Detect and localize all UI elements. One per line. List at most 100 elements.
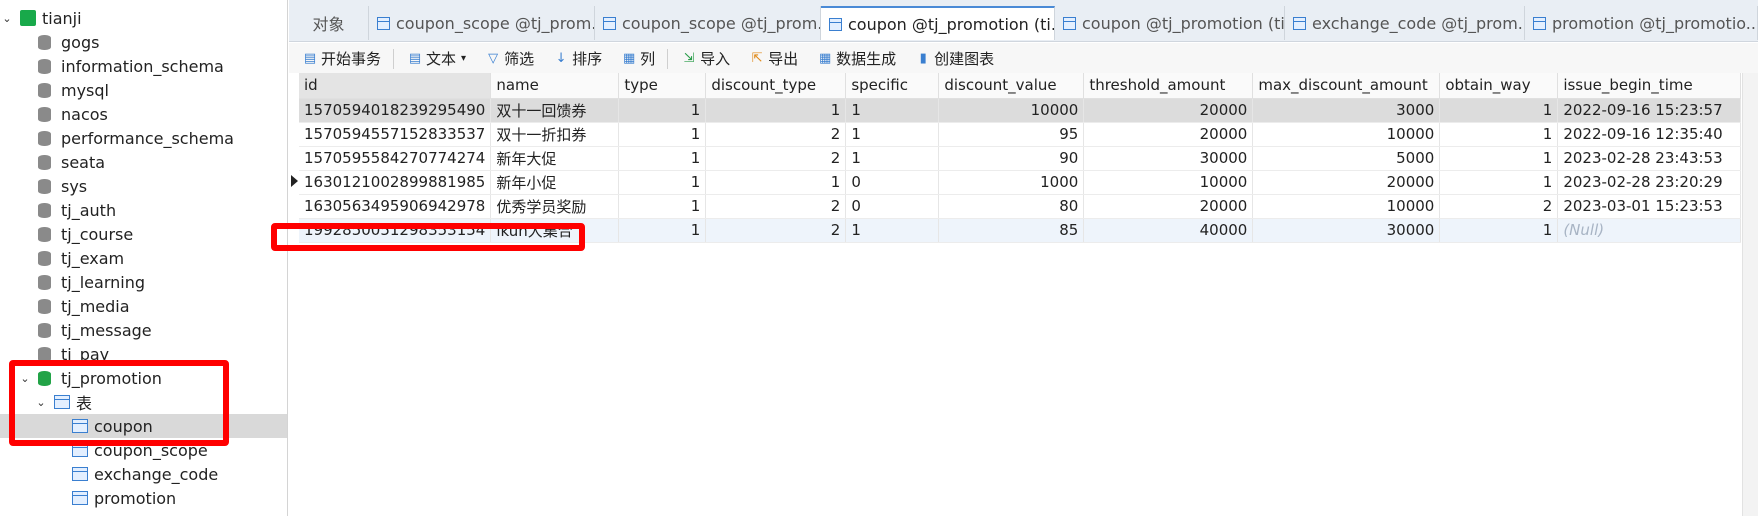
- tree-database-tj-exam[interactable]: tj_exam: [0, 246, 287, 270]
- tree-database-tj-learning[interactable]: tj_learning: [0, 270, 287, 294]
- cell-issue-begin-time[interactable]: 2023-03-01 15:23:53: [1557, 194, 1742, 219]
- tree-database-tj-course[interactable]: tj_course: [0, 222, 287, 246]
- tree-table-promotion[interactable]: promotion: [0, 486, 287, 510]
- cell-threshold-amount[interactable]: 40000: [1083, 218, 1254, 243]
- tab-exchange-code[interactable]: exchange_code @tj_prom...: [1285, 6, 1525, 40]
- import-button[interactable]: ⇲ 导入: [676, 46, 736, 72]
- cell-specific[interactable]: 1: [845, 146, 940, 171]
- column-header-issue-begin-time[interactable]: issue_begin_time: [1557, 73, 1742, 99]
- cell-threshold-amount[interactable]: 10000: [1083, 170, 1254, 195]
- cell-type[interactable]: 1: [618, 170, 707, 195]
- tree-database-mysql[interactable]: mysql: [0, 78, 287, 102]
- tab-coupon-scope-1[interactable]: coupon_scope @tj_prom...: [369, 6, 595, 40]
- cell-discount-value[interactable]: 80: [938, 194, 1085, 219]
- create-chart-button[interactable]: ▮ 创建图表: [910, 46, 1000, 72]
- cell-obtain-way[interactable]: 1: [1439, 122, 1559, 147]
- columns-button[interactable]: ▦ 列: [616, 46, 661, 72]
- cell-obtain-way[interactable]: 2: [1439, 194, 1559, 219]
- cell-discount-value[interactable]: 1000: [938, 170, 1085, 195]
- export-button[interactable]: ⇱ 导出: [744, 46, 804, 72]
- cell-discount-type[interactable]: 1: [705, 170, 847, 195]
- cell-discount-type[interactable]: 2: [705, 146, 847, 171]
- cell-discount-type[interactable]: 2: [705, 194, 847, 219]
- cell-threshold-amount[interactable]: 20000: [1083, 122, 1254, 147]
- cell-specific[interactable]: 1: [845, 218, 940, 243]
- table-row[interactable]: 1630121002899881985 新年小促 1 1 0 1000 10000 20000…: [299, 170, 1742, 195]
- text-view-button[interactable]: ▤ 文本 ▾: [402, 46, 472, 72]
- tree-database-seata[interactable]: seata: [0, 150, 287, 174]
- column-header-obtain-way[interactable]: obtain_way: [1439, 73, 1559, 99]
- cell-specific[interactable]: 0: [845, 194, 940, 219]
- cell-obtain-way[interactable]: 1: [1439, 218, 1559, 243]
- tree-database-tj-media[interactable]: tj_media: [0, 294, 287, 318]
- cell-type[interactable]: 1: [618, 194, 707, 219]
- cell-max-discount-amount[interactable]: 30000: [1252, 218, 1441, 243]
- cell-id[interactable]: 1630563495906942978: [299, 194, 492, 219]
- cell-threshold-amount[interactable]: 30000: [1083, 146, 1254, 171]
- cell-discount-value[interactable]: 10000: [938, 98, 1085, 123]
- column-header-id[interactable]: id: [299, 73, 492, 99]
- cell-id[interactable]: 1630121002899881985: [299, 170, 492, 195]
- vertical-scrollbar[interactable]: [1742, 73, 1758, 516]
- begin-transaction-button[interactable]: ▤ 开始事务: [297, 46, 387, 72]
- tree-database-nacos[interactable]: nacos: [0, 102, 287, 126]
- cell-max-discount-amount[interactable]: 10000: [1252, 122, 1441, 147]
- tree-database-tj-message[interactable]: tj_message: [0, 318, 287, 342]
- cell-threshold-amount[interactable]: 20000: [1083, 98, 1254, 123]
- sort-button[interactable]: ↓ 排序: [548, 46, 608, 72]
- tree-database-tj-auth[interactable]: tj_auth: [0, 198, 287, 222]
- cell-type[interactable]: 1: [618, 146, 707, 171]
- tab-coupon-active[interactable]: coupon @tj_promotion (ti...: [821, 6, 1055, 40]
- cell-issue-begin-time[interactable]: 2023-02-28 23:43:53: [1557, 146, 1742, 171]
- column-header-specific[interactable]: specific: [845, 73, 940, 99]
- cell-type[interactable]: 1: [618, 122, 707, 147]
- cell-issue-begin-time[interactable]: 2022-09-16 15:23:57: [1557, 98, 1742, 123]
- tree-database-gogs[interactable]: gogs: [0, 30, 287, 54]
- cell-type[interactable]: 1: [618, 218, 707, 243]
- tab-coupon-scope-2[interactable]: coupon_scope @tj_prom...: [595, 6, 821, 40]
- cell-obtain-way[interactable]: 1: [1439, 98, 1559, 123]
- cell-name[interactable]: 优秀学员奖励: [490, 194, 620, 219]
- cell-specific[interactable]: 0: [845, 170, 940, 195]
- table-row[interactable]: 1570594557152833537 双十一折扣券 1 2 1 95 20000 10000…: [299, 122, 1742, 147]
- dropdown-icon[interactable]: ▾: [461, 53, 466, 64]
- tab-objects[interactable]: 对象: [289, 6, 369, 40]
- cell-threshold-amount[interactable]: 20000: [1083, 194, 1254, 219]
- tab-coupon-2[interactable]: coupon @tj_promotion (ti...: [1055, 6, 1285, 40]
- column-header-threshold-amount[interactable]: threshold_amount: [1083, 73, 1254, 99]
- cell-discount-type[interactable]: 2: [705, 218, 847, 243]
- table-row[interactable]: 1630563495906942978 优秀学员奖励 1 2 0 80 20000 10000…: [299, 194, 1742, 219]
- tree-database-information-schema[interactable]: information_schema: [0, 54, 287, 78]
- column-header-type[interactable]: type: [618, 73, 707, 99]
- cell-discount-value[interactable]: 90: [938, 146, 1085, 171]
- tree-table-exchange-code[interactable]: exchange_code: [0, 462, 287, 486]
- column-header-name[interactable]: name: [490, 73, 620, 99]
- tree-database-performance-schema[interactable]: performance_schema: [0, 126, 287, 150]
- tree-database-sys[interactable]: sys: [0, 174, 287, 198]
- cell-name[interactable]: 新年大促: [490, 146, 620, 171]
- table-row[interactable]: 1570594018239295490 双十一回馈券 1 1 1 10000 20000 30…: [299, 98, 1742, 123]
- cell-discount-value[interactable]: 85: [938, 218, 1085, 243]
- cell-discount-value[interactable]: 95: [938, 122, 1085, 147]
- cell-max-discount-amount[interactable]: 20000: [1252, 170, 1441, 195]
- cell-specific[interactable]: 1: [845, 122, 940, 147]
- cell-name[interactable]: 双十一回馈券: [490, 98, 620, 123]
- cell-obtain-way[interactable]: 1: [1439, 146, 1559, 171]
- cell-type[interactable]: 1: [618, 98, 707, 123]
- cell-max-discount-amount[interactable]: 5000: [1252, 146, 1441, 171]
- tree-connection-tianji[interactable]: ⌄ tianji: [0, 6, 287, 30]
- data-generation-button[interactable]: ▦ 数据生成: [812, 46, 902, 72]
- cell-discount-type[interactable]: 2: [705, 122, 847, 147]
- filter-button[interactable]: ▽ 筛选: [480, 46, 540, 72]
- column-header-discount-type[interactable]: discount_type: [705, 73, 847, 99]
- cell-discount-type[interactable]: 1: [705, 98, 847, 123]
- cell-max-discount-amount[interactable]: 3000: [1252, 98, 1441, 123]
- cell-id[interactable]: 1570594018239295490: [299, 98, 492, 123]
- cell-obtain-way[interactable]: 1: [1439, 170, 1559, 195]
- column-header-max-discount-amount[interactable]: max_discount_amount: [1252, 73, 1441, 99]
- column-header-discount-value[interactable]: discount_value: [938, 73, 1085, 99]
- cell-id[interactable]: 1570594557152833537: [299, 122, 492, 147]
- cell-issue-begin-time[interactable]: 2022-09-16 12:35:40: [1557, 122, 1742, 147]
- tab-promotion[interactable]: promotion @tj_promotio...: [1525, 6, 1758, 40]
- table-row[interactable]: 1570595584270774274 新年大促 1 2 1 90 30000 5000 1 20…: [299, 146, 1742, 171]
